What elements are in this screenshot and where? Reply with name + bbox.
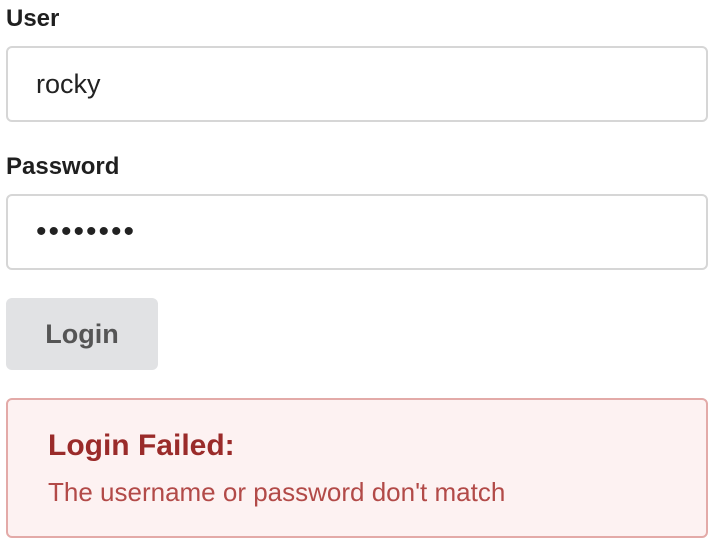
user-input[interactable] [6, 46, 708, 122]
alert-message: The username or password don't match [48, 477, 506, 507]
alert-title: Login Failed: [48, 429, 235, 462]
user-label: User [6, 5, 60, 32]
error-alert: Login Failed: The username or password d… [6, 398, 708, 538]
password-label: Password [6, 153, 120, 180]
password-input[interactable] [6, 194, 708, 270]
login-form: User Password Login Login Failed: The us… [6, 0, 708, 538]
login-button[interactable]: Login [6, 298, 158, 370]
